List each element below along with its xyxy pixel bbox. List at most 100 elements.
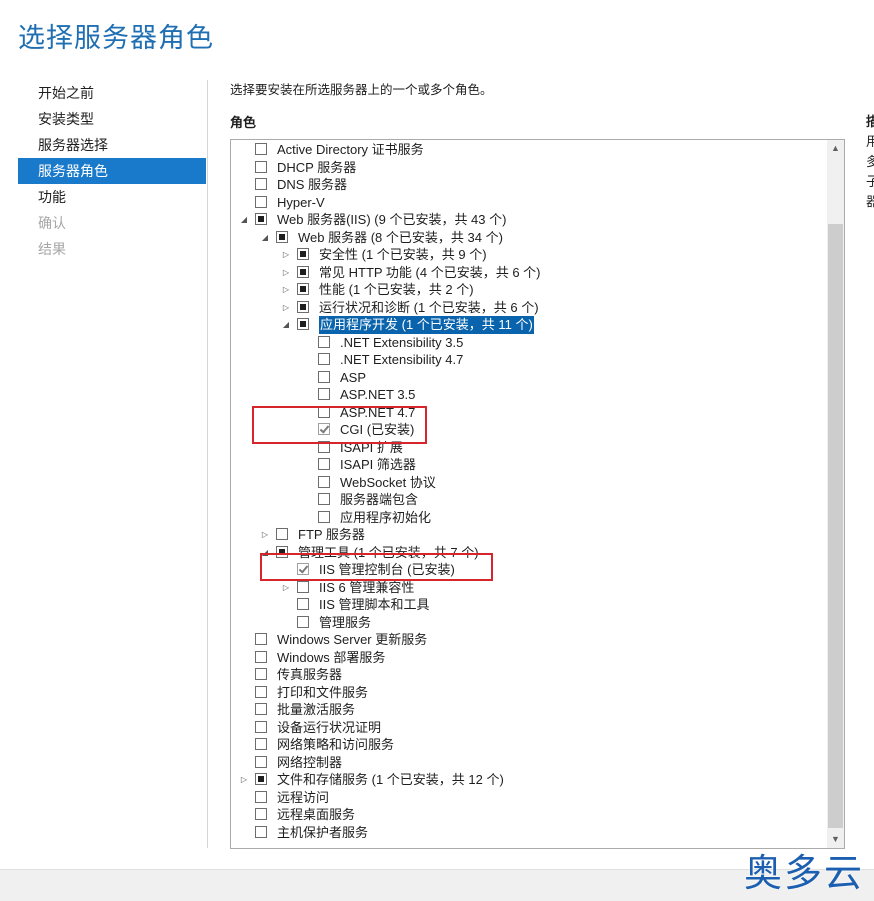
role-label: 服务器端包含 xyxy=(340,492,419,507)
role-item[interactable]: ASP xyxy=(231,369,826,387)
role-checkbox[interactable] xyxy=(255,668,267,680)
expand-arrow-icon[interactable]: ▷ xyxy=(281,299,291,317)
role-item[interactable]: 网络策略和访问服务 xyxy=(231,736,826,754)
role-label: Windows 部署服务 xyxy=(277,649,386,665)
role-item[interactable]: 远程访问 xyxy=(231,789,826,807)
role-item[interactable]: ◢ Web 服务器(IIS) (9 个已安装，共 43 个) xyxy=(231,211,826,229)
expand-arrow-icon[interactable]: ▷ xyxy=(281,264,291,282)
role-item[interactable]: IIS 管理脚本和工具 xyxy=(231,596,826,614)
nav-item[interactable]: 服务器选择 xyxy=(18,132,206,158)
role-checkbox[interactable] xyxy=(255,790,267,803)
role-checkbox[interactable] xyxy=(255,755,267,768)
role-item[interactable]: Active Directory 证书服务 xyxy=(231,141,826,159)
role-item[interactable]: ▷ 文件和存储服务 (1 个已安装，共 12 个) xyxy=(231,771,826,789)
role-checkbox[interactable] xyxy=(318,335,330,348)
role-checkbox[interactable] xyxy=(255,178,267,190)
description-fragment: 描 xyxy=(866,114,874,129)
role-checkbox[interactable] xyxy=(255,650,267,663)
nav-item[interactable]: 功能 xyxy=(18,184,206,210)
role-item[interactable]: ▷ 常见 HTTP 功能 (4 个已安装，共 6 个) xyxy=(231,264,826,282)
role-item[interactable]: Windows 部署服务 xyxy=(231,649,826,667)
role-checkbox[interactable] xyxy=(297,300,309,313)
role-checkbox[interactable] xyxy=(297,265,309,278)
role-item[interactable]: 管理服务 xyxy=(231,614,826,632)
scroll-thumb[interactable] xyxy=(828,224,843,828)
role-item[interactable]: .NET Extensibility 4.7 xyxy=(231,351,826,369)
role-item[interactable]: 设备运行状况证明 xyxy=(231,719,826,737)
role-checkbox[interactable] xyxy=(255,685,267,698)
collapse-arrow-icon[interactable]: ◢ xyxy=(260,229,270,247)
role-checkbox[interactable] xyxy=(297,318,309,330)
role-checkbox[interactable] xyxy=(318,493,330,505)
role-item[interactable]: Windows Server 更新服务 xyxy=(231,631,826,649)
role-checkbox[interactable] xyxy=(297,615,309,628)
role-checkbox[interactable] xyxy=(318,353,330,365)
role-checkbox[interactable] xyxy=(276,528,288,540)
role-checkbox[interactable] xyxy=(318,510,330,523)
roles-tree[interactable]: Active Directory 证书服务 DHCP 服务器 DNS 服务器 Hype… xyxy=(230,139,845,849)
role-checkbox[interactable] xyxy=(318,475,330,488)
role-checkbox[interactable] xyxy=(297,598,309,610)
role-checkbox[interactable] xyxy=(318,388,330,400)
role-item[interactable]: ▷ IIS 6 管理兼容性 xyxy=(231,579,826,597)
role-checkbox[interactable] xyxy=(255,195,267,208)
role-checkbox[interactable] xyxy=(318,458,330,470)
vertical-scrollbar[interactable]: ▲ ▼ xyxy=(827,140,844,848)
expand-arrow-icon[interactable]: ▷ xyxy=(281,246,291,264)
expand-arrow-icon[interactable]: ▷ xyxy=(239,771,249,789)
role-label: 安全性 (1 个已安装，共 9 个) xyxy=(319,247,487,262)
instruction-text: 选择要安装在所选服务器上的一个或多个角色。 xyxy=(230,83,493,97)
collapse-arrow-icon[interactable]: ◢ xyxy=(281,316,291,334)
role-checkbox[interactable] xyxy=(297,580,309,593)
role-item[interactable]: DNS 服务器 xyxy=(231,176,826,194)
role-checkbox[interactable] xyxy=(297,283,309,295)
role-item[interactable]: Hyper-V xyxy=(231,194,826,212)
role-checkbox[interactable] xyxy=(255,720,267,733)
role-item[interactable]: 传真服务器 xyxy=(231,666,826,684)
role-item[interactable]: ◢ Web 服务器 (8 个已安装，共 34 个) xyxy=(231,229,826,247)
role-checkbox[interactable] xyxy=(255,633,267,645)
role-item[interactable]: 服务器端包含 xyxy=(231,491,826,509)
role-item[interactable]: WebSocket 协议 xyxy=(231,474,826,492)
description-panel-fragment: 描用多子器 xyxy=(866,112,874,212)
expand-arrow-icon[interactable]: ▷ xyxy=(260,526,270,544)
role-item[interactable]: ▷ 性能 (1 个已安装，共 2 个) xyxy=(231,281,826,299)
role-item[interactable]: 远程桌面服务 xyxy=(231,806,826,824)
role-item[interactable]: .NET Extensibility 3.5 xyxy=(231,334,826,352)
nav-item[interactable]: 安装类型 xyxy=(18,106,206,132)
role-item[interactable]: 网络控制器 xyxy=(231,754,826,772)
role-item[interactable]: DHCP 服务器 xyxy=(231,159,826,177)
role-item[interactable]: 主机保护者服务 xyxy=(231,824,826,842)
expand-arrow-icon[interactable]: ▷ xyxy=(281,579,291,597)
role-checkbox[interactable] xyxy=(255,738,267,750)
role-checkbox[interactable] xyxy=(255,703,267,715)
collapse-arrow-icon[interactable]: ◢ xyxy=(239,211,249,229)
role-item[interactable]: ▷ 安全性 (1 个已安装，共 9 个) xyxy=(231,246,826,264)
role-checkbox[interactable] xyxy=(255,213,267,225)
role-label: DNS 服务器 xyxy=(277,177,348,192)
scroll-up-icon[interactable]: ▲ xyxy=(827,140,844,157)
role-checkbox[interactable] xyxy=(297,248,309,260)
role-item[interactable]: ▷ FTP 服务器 xyxy=(231,526,826,544)
role-item[interactable]: 批量激活服务 xyxy=(231,701,826,719)
role-label: ASP.NET 3.5 xyxy=(340,387,416,402)
role-item[interactable]: ISAPI 筛选器 xyxy=(231,456,826,474)
role-item[interactable]: 应用程序初始化 xyxy=(231,509,826,527)
role-checkbox[interactable] xyxy=(255,143,267,155)
role-item[interactable]: 打印和文件服务 xyxy=(231,684,826,702)
role-checkbox[interactable] xyxy=(255,160,267,173)
nav-item[interactable]: 服务器角色 xyxy=(18,158,206,184)
role-checkbox[interactable] xyxy=(318,370,330,383)
role-label: Web 服务器 (8 个已安装，共 34 个) xyxy=(298,229,503,245)
role-checkbox[interactable] xyxy=(255,773,267,785)
role-checkbox[interactable] xyxy=(255,825,267,838)
role-checkbox[interactable] xyxy=(255,808,267,820)
role-item[interactable]: ◢ 应用程序开发 (1 个已安装，共 11 个) xyxy=(231,316,826,334)
expand-arrow-icon[interactable]: ▷ xyxy=(281,281,291,299)
role-checkbox[interactable] xyxy=(276,230,288,243)
nav-item: 结果 xyxy=(38,241,66,257)
role-item[interactable]: ASP.NET 3.5 xyxy=(231,386,826,404)
role-label: DHCP 服务器 xyxy=(277,159,357,175)
nav-item[interactable]: 开始之前 xyxy=(18,80,206,106)
role-item[interactable]: ▷ 运行状况和诊断 (1 个已安装，共 6 个) xyxy=(231,299,826,317)
